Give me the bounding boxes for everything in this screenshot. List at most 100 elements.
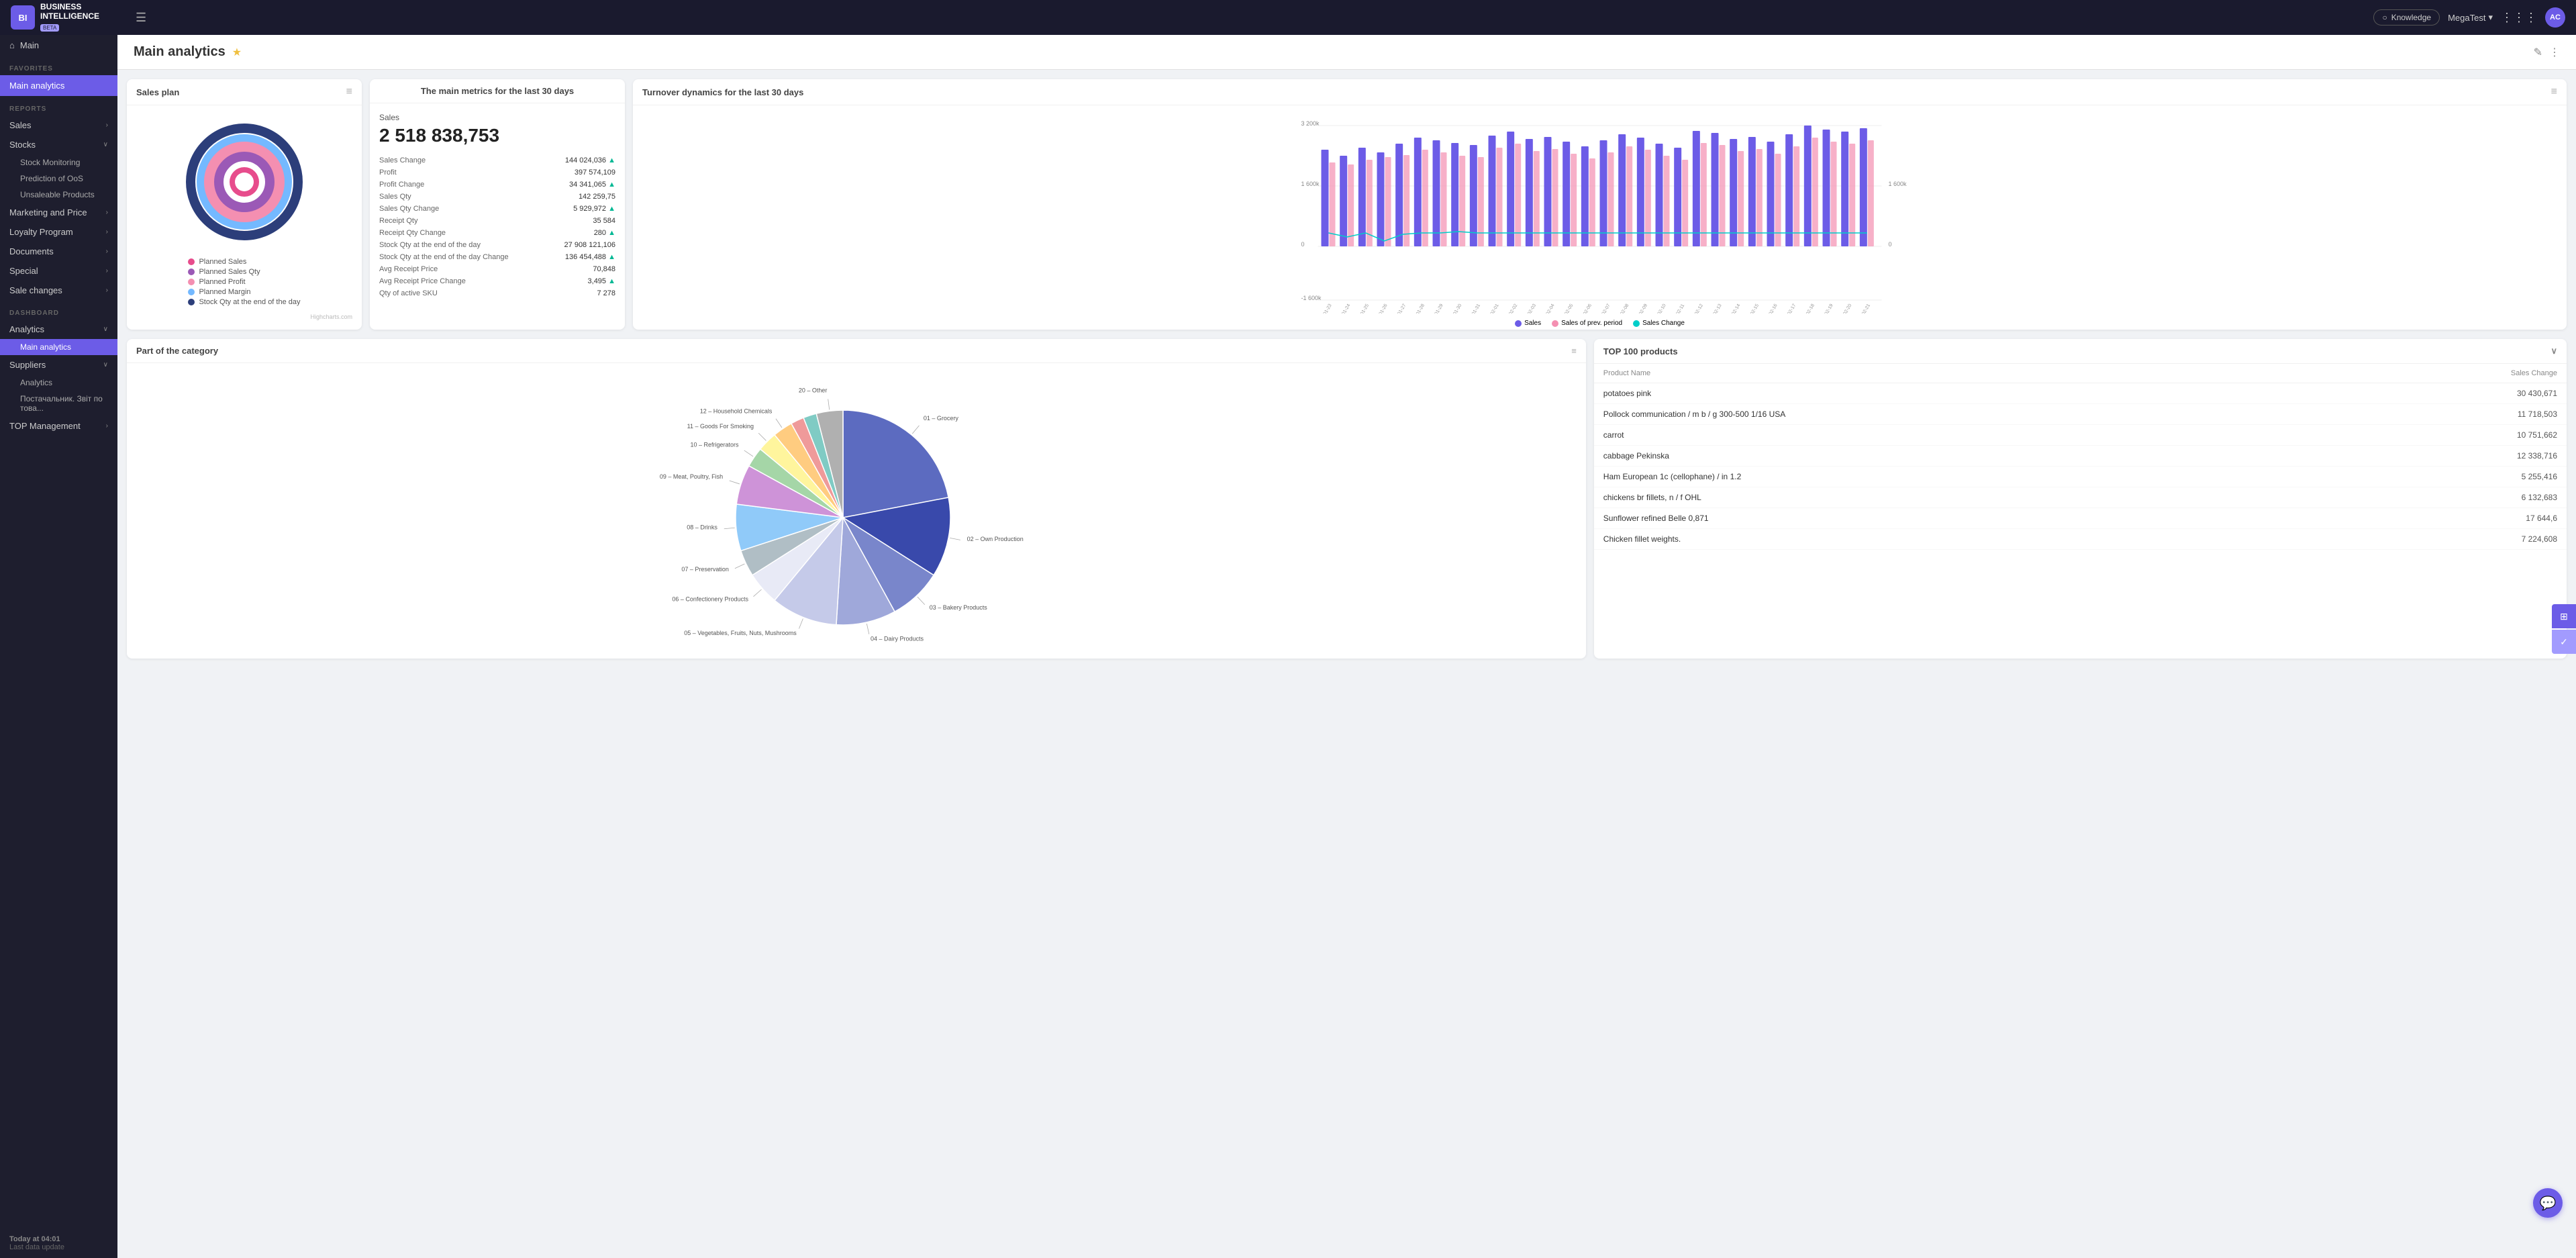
sidebar-suppliers-label: Suppliers	[9, 360, 46, 370]
sidebar-item-suppliers[interactable]: Suppliers ∨	[0, 355, 117, 375]
sidebar-sub-unsaleable[interactable]: Unsaleable Products	[0, 187, 117, 203]
metric-value: 70,848	[548, 263, 615, 275]
list-item[interactable]: Chicken fillet weights.7 224,608	[1594, 529, 2567, 550]
pie-label: 12 – Household Chemicals	[700, 408, 773, 415]
right-side-btn-grid[interactable]: ⊞	[2552, 604, 2576, 628]
sidebar-item-sales[interactable]: Sales ›	[0, 115, 117, 135]
list-item[interactable]: cabbage Pekinska12 338,716	[1594, 446, 2567, 467]
sidebar-main-label: Main	[20, 40, 39, 50]
page-star-icon[interactable]: ★	[232, 46, 242, 59]
pie-label: 04 – Dairy Products	[871, 635, 924, 642]
legend-label-planned-margin: Planned Margin	[199, 288, 250, 296]
sidebar-item-marketing[interactable]: Marketing and Price ›	[0, 203, 117, 222]
sidebar-sub-prediction-oos[interactable]: Prediction of OoS	[0, 171, 117, 187]
list-item[interactable]: Pollock communication / m b / g 300-500 …	[1594, 404, 2567, 425]
svg-text:0: 0	[1889, 241, 1892, 248]
analytics-chevron-icon: ∨	[103, 326, 108, 333]
svg-text:02-16: 02-16	[1769, 303, 1779, 313]
pie-label: 07 – Preservation	[681, 566, 729, 573]
sidebar-item-stocks[interactable]: Stocks ∨	[0, 135, 117, 154]
product-sales-value: 30 430,671	[2504, 389, 2557, 398]
knowledge-button[interactable]: ○ Knowledge	[2373, 9, 2440, 26]
metric-value: 35 584	[548, 215, 615, 227]
sidebar-item-analytics[interactable]: Analytics ∨	[0, 320, 117, 339]
loyalty-chevron-icon: ›	[106, 228, 108, 236]
metric-row: Sales Qty142 259,75	[379, 191, 615, 203]
sales-plan-menu-icon[interactable]: ≡	[346, 86, 352, 98]
metrics-header: The main metrics for the last 30 days	[370, 79, 625, 103]
product-name: cabbage Pekinska	[1603, 451, 2504, 461]
turnover-menu-icon[interactable]: ≡	[2551, 86, 2557, 98]
metric-label: Avg Receipt Price Change	[379, 275, 548, 287]
svg-text:02-18: 02-18	[1805, 303, 1816, 313]
sidebar-item-loyalty[interactable]: Loyalty Program ›	[0, 222, 117, 242]
list-item[interactable]: Ham European 1c (cellophane) / in 1.25 2…	[1594, 467, 2567, 487]
legend-label-planned-profit: Planned Profit	[199, 278, 245, 286]
logo: BI BUSINESS INTELLIGENCE BETA	[11, 2, 125, 34]
legend-dot-planned-profit	[188, 279, 195, 285]
grid-icon[interactable]: ⋮⋮⋮	[2501, 11, 2537, 25]
metric-row: Stock Qty at the end of the day Change13…	[379, 251, 615, 263]
sidebar-item-special[interactable]: Special ›	[0, 261, 117, 281]
list-item[interactable]: carrot10 751,662	[1594, 425, 2567, 446]
list-item[interactable]: Sunflower refined Belle 0,87117 644,6	[1594, 508, 2567, 529]
sales-plan-title: Sales plan	[136, 87, 179, 97]
turnover-header: Turnover dynamics for the last 30 days ≡	[633, 79, 2567, 105]
svg-text:02-08: 02-08	[1620, 303, 1630, 313]
sidebar-item-documents[interactable]: Documents ›	[0, 242, 117, 261]
reports-section-label: REPORTS	[0, 96, 117, 115]
sidebar-item-main-analytics-fav[interactable]: Main analytics	[0, 75, 117, 96]
svg-text:02-20: 02-20	[1842, 303, 1852, 313]
pie-label-line	[744, 450, 753, 456]
sidebar-documents-label: Documents	[9, 246, 54, 256]
list-item[interactable]: potatoes pink30 430,671	[1594, 383, 2567, 404]
chevron-right-icon: ›	[106, 122, 108, 129]
sidebar-sub-stock-monitoring[interactable]: Stock Monitoring	[0, 154, 117, 171]
product-sales-value: 11 718,503	[2504, 409, 2557, 419]
svg-text:02-03: 02-03	[1527, 303, 1537, 313]
svg-text:02-17: 02-17	[1787, 303, 1797, 313]
chat-button[interactable]: 💬	[2533, 1188, 2563, 1218]
sidebar-sub-main-analytics[interactable]: Main analytics	[0, 339, 117, 355]
right-side-btn-check[interactable]: ✓	[2552, 630, 2576, 654]
sidebar-sub-supplier-report[interactable]: Постачальник. Звіт по това...	[0, 391, 117, 416]
sidebar-footer: Today at 04:01 Last data update	[0, 1228, 117, 1258]
avatar[interactable]: AC	[2545, 7, 2565, 28]
metric-row: Qty of active SKU7 278	[379, 287, 615, 299]
legend-item-planned-sales-qty: Planned Sales Qty	[188, 268, 300, 276]
sidebar-sub-analytics[interactable]: Analytics	[0, 375, 117, 391]
svg-text:02-15: 02-15	[1750, 303, 1760, 313]
svg-text:01-23: 01-23	[1323, 303, 1333, 313]
turnover-title: Turnover dynamics for the last 30 days	[642, 87, 803, 97]
category-menu-icon[interactable]: ≡	[1571, 346, 1577, 356]
product-sales-value: 12 338,716	[2504, 451, 2557, 461]
sidebar-item-top-management[interactable]: TOP Management ›	[0, 416, 117, 436]
home-icon: ⌂	[9, 40, 15, 50]
svg-text:02-10: 02-10	[1657, 303, 1667, 313]
pie-label: 10 – Refrigerators	[690, 441, 739, 448]
svg-text:0: 0	[1301, 241, 1305, 248]
metric-value: 280 ▲	[548, 227, 615, 239]
more-icon[interactable]: ⋮	[2549, 46, 2560, 59]
metric-label: Receipt Qty Change	[379, 227, 548, 239]
pie-label-line	[724, 528, 735, 529]
user-menu[interactable]: MegaTest ▾	[2448, 12, 2493, 23]
metric-label: Sales Qty Change	[379, 203, 548, 215]
sidebar-item-sale-changes[interactable]: Sale changes ›	[0, 281, 117, 300]
list-item[interactable]: chickens br fillets, n / f OHL6 132,683	[1594, 487, 2567, 508]
pie-label-line	[828, 399, 830, 409]
menu-icon[interactable]: ☰	[136, 11, 146, 25]
sidebar-special-label: Special	[9, 266, 38, 276]
metrics-card: The main metrics for the last 30 days Sa…	[370, 79, 625, 330]
sidebar-item-main[interactable]: ⌂ Main	[0, 35, 117, 56]
svg-text:01-24: 01-24	[1341, 303, 1351, 313]
metric-value: 34 341,065 ▲	[548, 179, 615, 191]
top100-chevron-icon[interactable]: ∨	[2550, 346, 2557, 356]
category-title: Part of the category	[136, 346, 218, 356]
svg-text:02-12: 02-12	[1694, 303, 1704, 313]
sidebar-update-label: Last data update	[9, 1243, 108, 1251]
metric-label: Stock Qty at the end of the day Change	[379, 251, 548, 263]
logo-text-line2: INTELLIGENCE	[40, 11, 99, 21]
metric-row: Stock Qty at the end of the day27 908 12…	[379, 239, 615, 251]
edit-icon[interactable]: ✎	[2534, 46, 2542, 59]
